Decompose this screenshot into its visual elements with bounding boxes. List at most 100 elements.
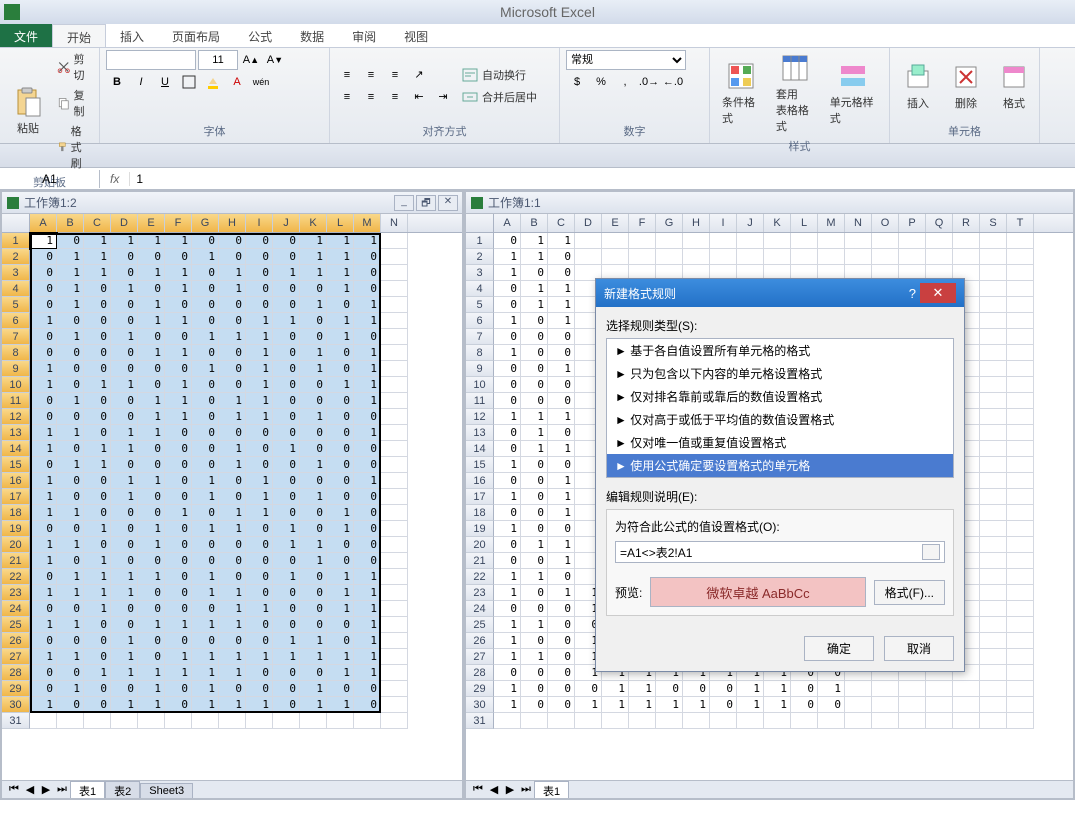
cell[interactable] xyxy=(381,617,408,633)
cell[interactable] xyxy=(980,697,1007,713)
cell[interactable]: 1 xyxy=(327,665,354,681)
italic-button[interactable]: I xyxy=(130,72,152,92)
cell[interactable]: 0 xyxy=(273,297,300,313)
cell[interactable] xyxy=(845,713,872,729)
cell[interactable]: 0 xyxy=(246,681,273,697)
cell[interactable]: 1 xyxy=(192,665,219,681)
row-header[interactable]: 9 xyxy=(2,361,30,377)
cell[interactable] xyxy=(1007,457,1034,473)
cell[interactable]: 0 xyxy=(818,697,845,713)
cell[interactable]: 1 xyxy=(84,249,111,265)
cell[interactable]: 1 xyxy=(602,697,629,713)
cell[interactable]: 0 xyxy=(192,409,219,425)
cell[interactable] xyxy=(953,697,980,713)
cell[interactable]: 1 xyxy=(138,537,165,553)
cell[interactable]: 1 xyxy=(300,681,327,697)
cell[interactable]: 1 xyxy=(521,537,548,553)
cell[interactable]: 1 xyxy=(764,681,791,697)
cell[interactable]: 1 xyxy=(138,345,165,361)
cell[interactable] xyxy=(1007,281,1034,297)
cell[interactable]: 0 xyxy=(273,345,300,361)
cell[interactable]: 1 xyxy=(138,617,165,633)
cell[interactable] xyxy=(602,249,629,265)
sheet-tab-1[interactable]: 表1 xyxy=(70,781,105,798)
cell[interactable] xyxy=(219,713,246,729)
conditional-format-button[interactable]: 条件格式 xyxy=(716,58,766,128)
cell[interactable]: 0 xyxy=(521,313,548,329)
row-header[interactable]: 2 xyxy=(2,249,30,265)
cell[interactable]: 0 xyxy=(192,297,219,313)
cell[interactable]: 0 xyxy=(246,537,273,553)
cell[interactable] xyxy=(1007,361,1034,377)
cell[interactable]: 0 xyxy=(57,345,84,361)
cell[interactable] xyxy=(980,233,1007,249)
cell[interactable]: 0 xyxy=(656,681,683,697)
cell[interactable]: 1 xyxy=(300,265,327,281)
cell[interactable] xyxy=(899,249,926,265)
cell[interactable]: 0 xyxy=(165,297,192,313)
cell[interactable]: 1 xyxy=(30,441,57,457)
cancel-button[interactable]: 取消 xyxy=(884,636,954,661)
cell[interactable]: 1 xyxy=(246,345,273,361)
cell[interactable]: 0 xyxy=(84,361,111,377)
cell[interactable] xyxy=(656,249,683,265)
cell[interactable]: 0 xyxy=(111,553,138,569)
cell[interactable]: 1 xyxy=(521,233,548,249)
cell[interactable]: 1 xyxy=(84,569,111,585)
cell[interactable]: 1 xyxy=(111,633,138,649)
cell[interactable]: 1 xyxy=(111,377,138,393)
cell[interactable]: 0 xyxy=(521,393,548,409)
cell[interactable]: 1 xyxy=(494,313,521,329)
cell[interactable]: 0 xyxy=(111,505,138,521)
cell[interactable] xyxy=(1007,265,1034,281)
cell[interactable]: 1 xyxy=(300,649,327,665)
cell[interactable]: 1 xyxy=(138,233,165,249)
last-sheet-button[interactable]: ⏭ xyxy=(518,783,534,797)
cell[interactable]: 1 xyxy=(84,553,111,569)
cell[interactable] xyxy=(980,681,1007,697)
cell[interactable]: 1 xyxy=(683,697,710,713)
cell[interactable]: 1 xyxy=(57,457,84,473)
cell[interactable]: 1 xyxy=(494,265,521,281)
cell[interactable] xyxy=(381,601,408,617)
cell[interactable] xyxy=(818,713,845,729)
cell[interactable] xyxy=(381,665,408,681)
cell[interactable]: 1 xyxy=(138,409,165,425)
cell[interactable]: 0 xyxy=(548,521,575,537)
cell[interactable]: 1 xyxy=(192,569,219,585)
cell[interactable]: 1 xyxy=(327,697,354,713)
cell[interactable]: 0 xyxy=(273,281,300,297)
cell[interactable]: 1 xyxy=(165,265,192,281)
rule-type-item[interactable]: ► 仅对排名靠前或靠后的数值设置格式 xyxy=(607,385,953,408)
cell[interactable]: 0 xyxy=(548,265,575,281)
cell[interactable] xyxy=(845,249,872,265)
cell[interactable] xyxy=(872,249,899,265)
cell[interactable]: 0 xyxy=(791,681,818,697)
cell[interactable] xyxy=(710,713,737,729)
col-header[interactable]: N xyxy=(845,214,872,232)
cell[interactable]: 0 xyxy=(494,473,521,489)
cell[interactable]: 0 xyxy=(165,425,192,441)
cell[interactable]: 1 xyxy=(138,473,165,489)
align-top-button[interactable]: ≡ xyxy=(336,65,358,85)
cell[interactable]: 0 xyxy=(300,473,327,489)
cell[interactable]: 0 xyxy=(300,665,327,681)
cell[interactable]: 1 xyxy=(219,329,246,345)
row-header[interactable]: 24 xyxy=(466,601,494,617)
cell[interactable]: 1 xyxy=(521,409,548,425)
cell[interactable]: 0 xyxy=(548,681,575,697)
cell[interactable] xyxy=(953,713,980,729)
row-header[interactable]: 9 xyxy=(466,361,494,377)
select-all-corner[interactable] xyxy=(466,214,494,232)
cell[interactable]: 1 xyxy=(219,409,246,425)
cell[interactable]: 0 xyxy=(30,409,57,425)
cell[interactable] xyxy=(1007,409,1034,425)
format-painter-button[interactable]: 格式刷 xyxy=(54,122,93,172)
cell[interactable]: 1 xyxy=(138,425,165,441)
cell[interactable]: 1 xyxy=(521,249,548,265)
col-header[interactable]: Q xyxy=(926,214,953,232)
cell[interactable]: 1 xyxy=(575,697,602,713)
cell[interactable] xyxy=(791,233,818,249)
cell[interactable]: 1 xyxy=(30,537,57,553)
row-header[interactable]: 13 xyxy=(2,425,30,441)
